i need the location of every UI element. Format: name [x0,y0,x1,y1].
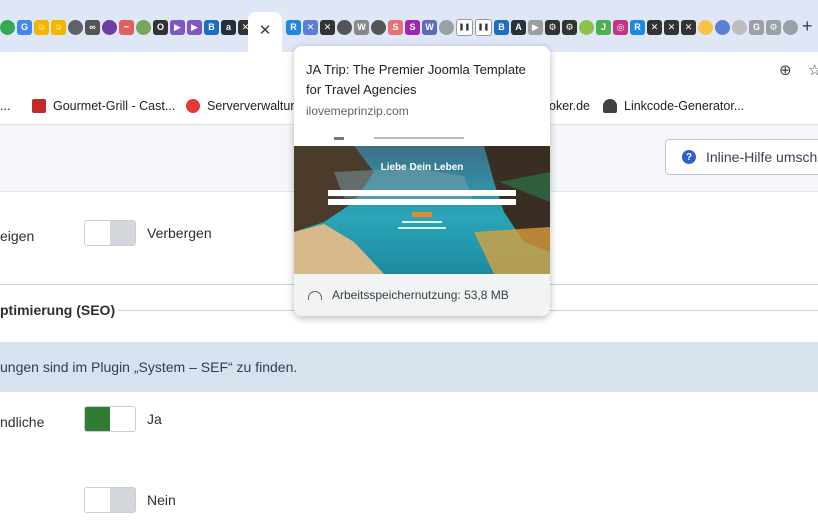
google-icon[interactable]: G [749,19,764,35]
joomla-icon[interactable]: ✕ [320,19,335,35]
visibility-toggle[interactable] [84,220,136,246]
close-tab-icon[interactable]: ✕ [259,21,272,39]
play-icon[interactable]: ▶ [528,19,543,35]
gear-icon[interactable]: ⚙ [766,19,781,35]
rs-icon[interactable]: R [286,19,301,35]
google-icon[interactable]: G [17,19,32,35]
image-icon[interactable] [732,19,747,35]
bookmark-item[interactable]: Serververwaltung [186,99,304,113]
toggle-right [110,407,135,431]
globe-icon[interactable] [68,19,83,35]
gear-icon[interactable]: ⚙ [545,19,560,35]
pinned-tabs-left: G ☺ ☺ ∞ ~ O ▶ ▶ Ba ✕ [0,16,253,38]
circle-icon[interactable]: O [153,19,168,35]
smiley-icon[interactable]: ☺ [34,19,49,35]
bod-icon[interactable]: B [204,19,219,35]
field-label: eigen [0,228,35,244]
memory-gauge-icon [308,290,322,300]
bookmark-label: Gourmet-Grill - Cast... [53,99,176,113]
joomla-icon[interactable]: ✕ [681,19,696,35]
globe-icon[interactable] [337,19,352,35]
memory-usage-text: Arbeitsspeichernutzung: 53,8 MB [332,288,509,302]
pause-icon[interactable]: ❚❚ [475,18,492,36]
jg-icon[interactable]: J [596,19,611,35]
toggle-right [110,488,135,512]
active-tab[interactable]: ✕ [248,12,282,52]
page-icon[interactable] [783,19,798,35]
bookmark-label: oker.de [549,99,591,113]
bookmark-item[interactable]: oker.de [549,99,590,113]
pinned-tabs-right: R ✕ ✕ W S S W ❚❚ ❚❚ B A ▶ ⚙ ⚙ J ◎ R ✕ ✕ ✕ G ⚙ [286,16,798,38]
bookmark-label: Serververwaltung [207,99,305,113]
tab-strip: G ☺ ☺ ∞ ~ O ▶ ▶ Ba ✕ ✕ R ✕ ✕ W S S W ❚❚ ❚❚ B A ▶ ⚙ ⚙ J ◎ R ✕ ✕ ✕ G ⚙ + [0,0,818,52]
info-alert-text: ungen sind im Plugin „System – SEF“ zu f… [0,359,298,375]
joomla-icon[interactable]: ✕ [647,19,662,35]
instagram-icon[interactable]: ◎ [613,19,628,35]
pause-icon[interactable]: ❚❚ [456,18,473,36]
page-icon[interactable] [136,19,151,35]
smiley-icon[interactable]: ☺ [51,19,66,35]
bookmark-item[interactable]: Gourmet-Grill - Cast... [32,99,175,113]
audio-icon[interactable]: ~ [119,19,134,35]
play-icon[interactable]: ▶ [170,19,185,35]
leaf-icon[interactable] [579,19,594,35]
w-icon[interactable]: W [422,19,437,35]
help-icon: ? [682,150,696,164]
bookmark-label: ... [0,99,11,113]
hover-card-domain: ilovemeprinzip.com [306,104,409,118]
new-tab-button[interactable]: + [802,14,818,38]
joomla-icon[interactable]: ✕ [303,19,318,35]
grill-icon [32,99,46,113]
a-icon[interactable]: A [511,19,526,35]
inline-help-toggle-button[interactable]: ? Inline-Hilfe umsch [665,139,818,175]
link-icon[interactable]: ∞ [85,19,100,35]
bookmark-star-icon[interactable]: ☆ [808,61,818,79]
bookmark-item[interactable]: Linkcode-Generator... [603,99,744,113]
swirl-icon[interactable]: S [388,19,403,35]
tab-hover-card: JA Trip: The Premier Joomla Template for… [294,46,550,316]
inbox-icon[interactable] [102,19,117,35]
memory-usage-row: Arbeitsspeichernutzung: 53,8 MB [294,274,550,316]
zoom-icon[interactable]: ⊕ [779,61,792,79]
folder-icon[interactable] [698,19,713,35]
toggle-left [85,221,110,245]
bookmark-item[interactable]: ... [0,99,10,113]
gear-icon[interactable]: ⚙ [562,19,577,35]
toggle-value-label: Nein [147,492,176,508]
swirl-icon[interactable]: S [405,19,420,35]
preview-image [294,132,550,274]
globe-icon[interactable] [439,19,454,35]
calendar-icon[interactable] [715,19,730,35]
play-icon[interactable]: ▶ [187,19,202,35]
bod-icon[interactable]: B [494,19,509,35]
page-preview-thumbnail: Liebe Dein Leben [294,132,550,274]
sef-toggle[interactable] [84,406,136,432]
joomla-icon[interactable]: ✕ [664,19,679,35]
toggle-value-label: Ja [147,411,162,427]
toggle-value-label: Verbergen [147,225,212,241]
section-title: ptimierung (SEO) [0,302,116,318]
globe-icon[interactable] [371,19,386,35]
field-label: ndliche [0,414,45,430]
drive-icon[interactable] [0,19,15,35]
wp-icon[interactable]: W [354,19,369,35]
rewrite-toggle[interactable] [84,487,136,513]
toggle-right [110,221,135,245]
robot-icon [603,99,617,113]
rs-icon[interactable]: R [630,19,645,35]
toggle-left [85,407,110,431]
toggle-left [85,488,110,512]
amazon-icon[interactable]: a [221,19,236,35]
info-alert: ungen sind im Plugin „System – SEF“ zu f… [0,342,818,392]
help-button-label: Inline-Hilfe umsch [706,149,818,165]
bookmark-label: Linkcode-Generator... [624,99,745,113]
hover-card-title: JA Trip: The Premier Joomla Template for… [306,62,526,97]
preview-heading: Liebe Dein Leben [380,162,464,173]
huawei-icon [186,99,200,113]
